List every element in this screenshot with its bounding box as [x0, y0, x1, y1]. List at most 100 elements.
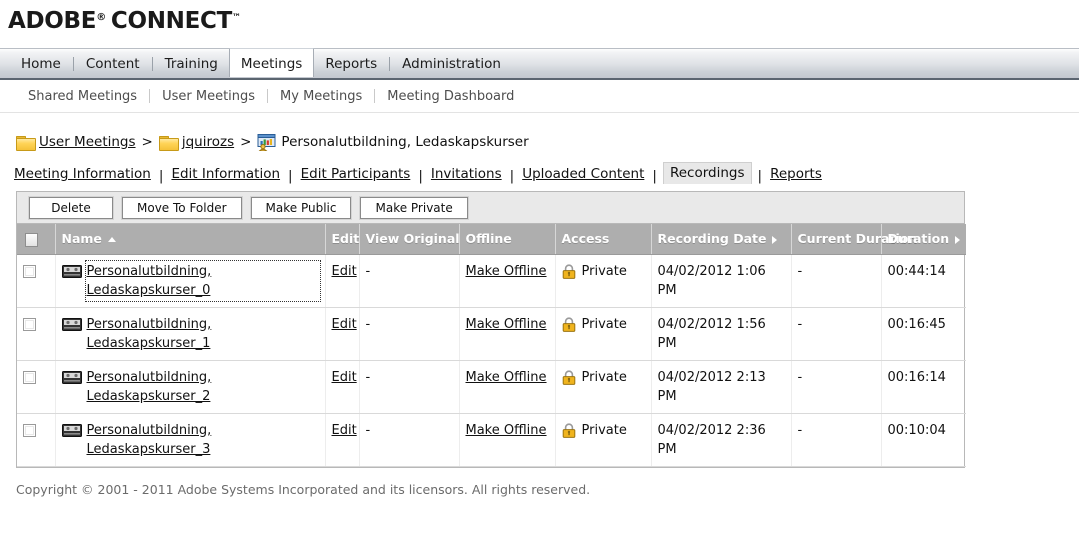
recording-name-cell: Personalutbildning, Ledaskapskurser_3 — [55, 413, 326, 467]
column-header-label: Access — [561, 231, 610, 247]
edit-cell: Edit — [325, 413, 360, 467]
subnav-item-shared-meetings[interactable]: Shared Meetings — [16, 89, 149, 104]
recording-date-value: 04/02/2012 1:56 PM — [657, 316, 766, 351]
object-tab-reports[interactable]: Reports — [768, 164, 824, 184]
object-tab-edit-information[interactable]: Edit Information — [169, 164, 282, 184]
row-select-cell — [17, 360, 56, 414]
breadcrumb-item-2: Personalutbildning, Ledaskapskurser — [257, 133, 529, 151]
select-all-checkbox[interactable] — [25, 232, 38, 247]
edit-link[interactable]: Edit — [332, 317, 357, 332]
edit-link[interactable]: Edit — [332, 264, 357, 279]
breadcrumb: User Meetings > jquirozs > Personalutbildnin… — [0, 113, 1079, 157]
object-tab-meeting-information[interactable]: Meeting Information — [12, 164, 153, 184]
breadcrumb-item-1[interactable]: jquirozs — [158, 134, 234, 151]
move-to-folder-button[interactable]: Move To Folder — [121, 195, 243, 220]
primary-tab-home[interactable]: Home — [10, 49, 72, 78]
subnav-item-my-meetings[interactable]: My Meetings — [268, 89, 374, 104]
tab-separator — [151, 56, 153, 71]
object-tab-uploaded-content[interactable]: Uploaded Content — [520, 164, 646, 184]
view-original-cell: - — [359, 360, 460, 414]
make-private-button[interactable]: Make Private — [359, 195, 469, 220]
subnav-item-user-meetings[interactable]: User Meetings — [150, 89, 267, 104]
recording-date-cell: 04/02/2012 1:06 PM — [651, 254, 792, 308]
select-all-header — [17, 224, 56, 255]
view-original-value: - — [365, 316, 371, 332]
adobe-connect-logo: ADOBE® CONNECT™ — [8, 8, 241, 34]
primary-tab-administration[interactable]: Administration — [391, 49, 512, 78]
breadcrumb-label[interactable]: User Meetings — [39, 134, 136, 150]
current-duration-cell: - — [791, 254, 882, 308]
tab-separator — [72, 56, 74, 71]
footer-copyright: Copyright © 2001 - 2011 Adobe Systems In… — [16, 481, 591, 497]
make-offline-link[interactable]: Make Offline — [466, 370, 547, 385]
offline-cell: Make Offline — [459, 360, 556, 414]
recording-tape-icon — [61, 317, 82, 331]
table-header-row: Name Edit View Original Offline Access Record… — [17, 224, 966, 255]
row-checkbox[interactable] — [23, 370, 36, 384]
recording-name-link[interactable]: Personalutbildning, Ledaskapskurser_1 — [87, 315, 319, 353]
edit-link[interactable]: Edit — [332, 370, 357, 385]
access-cell: Private — [555, 307, 652, 361]
object-tab-separator: | — [652, 168, 657, 184]
recording-name-link[interactable]: Personalutbildning, Ledaskapskurser_3 — [87, 421, 319, 459]
current-duration-value: - — [797, 369, 803, 385]
column-header-duration[interactable]: Duration — [881, 224, 966, 255]
edit-cell: Edit — [325, 360, 360, 414]
object-tab-recordings: Recordings — [662, 162, 752, 184]
trademark-mark: ™ — [232, 13, 241, 23]
column-header-view-original[interactable]: View Original — [359, 224, 460, 255]
make-offline-link[interactable]: Make Offline — [466, 317, 547, 332]
subnav-item-meeting-dashboard[interactable]: Meeting Dashboard — [375, 89, 526, 104]
make-public-button[interactable]: Make Public — [249, 195, 353, 220]
recording-name-cell: Personalutbildning, Ledaskapskurser_1 — [55, 307, 326, 361]
recording-date-cell: 04/02/2012 1:56 PM — [651, 307, 792, 361]
row-checkbox[interactable] — [23, 423, 36, 437]
access-cell: Private — [555, 360, 652, 414]
offline-cell: Make Offline — [459, 413, 556, 467]
breadcrumb-label[interactable]: jquirozs — [182, 134, 234, 150]
make-offline-link[interactable]: Make Offline — [466, 423, 547, 438]
row-select-cell — [17, 254, 56, 308]
recording-name-cell: Personalutbildning, Ledaskapskurser_0 — [55, 254, 326, 308]
duration-value: 00:16:45 — [887, 316, 946, 332]
primary-tab-training[interactable]: Training — [154, 49, 229, 78]
object-tab-separator: | — [757, 168, 763, 184]
recording-tape-icon — [61, 370, 82, 384]
brand-bar: ADOBE® CONNECT™ — [0, 0, 1079, 48]
row-checkbox[interactable] — [23, 317, 36, 331]
sort-arrow-icon — [772, 235, 778, 244]
table-header: Name Edit View Original Offline Access Record… — [17, 224, 966, 255]
view-original-cell: - — [359, 307, 460, 361]
sort-ascending-icon — [107, 237, 116, 243]
column-header-edit[interactable]: Edit — [325, 224, 360, 255]
access-value: Private — [581, 422, 627, 438]
access-value: Private — [581, 316, 627, 332]
row-checkbox[interactable] — [23, 264, 36, 278]
offline-cell: Make Offline — [459, 254, 556, 308]
primary-tab-content[interactable]: Content — [75, 49, 151, 78]
row-select-cell — [17, 307, 56, 361]
primary-navigation-bar: Home Content Training Meetings Reports Admini… — [0, 48, 1079, 80]
registered-mark: ® — [96, 12, 106, 23]
object-tab-edit-participants[interactable]: Edit Participants — [299, 164, 413, 184]
duration-value: 00:44:14 — [887, 263, 946, 279]
column-header-access[interactable]: Access — [555, 224, 652, 255]
delete-button[interactable]: Delete — [28, 195, 114, 220]
recording-date-value: 04/02/2012 2:36 PM — [657, 422, 766, 457]
object-tab-invitations[interactable]: Invitations — [429, 164, 504, 184]
view-original-cell: - — [359, 254, 460, 308]
column-header-current-duration[interactable]: Current Duration — [791, 224, 917, 255]
primary-tab-meetings[interactable]: Meetings — [228, 48, 315, 77]
recordings-table: Name Edit View Original Offline Access Record… — [17, 224, 966, 467]
column-header-recording-date[interactable]: Recording Date — [651, 224, 792, 255]
recording-name-link[interactable]: Personalutbildning, Ledaskapskurser_2 — [87, 368, 319, 406]
column-header-name[interactable]: Name — [55, 224, 326, 255]
recording-name-link[interactable]: Personalutbildning, Ledaskapskurser_0 — [84, 259, 321, 302]
logo-adobe: ADOBE — [8, 8, 97, 34]
current-duration-value: - — [797, 263, 803, 279]
column-header-offline[interactable]: Offline — [459, 224, 556, 255]
edit-link[interactable]: Edit — [332, 423, 357, 438]
primary-tab-reports[interactable]: Reports — [314, 49, 388, 78]
breadcrumb-item-0[interactable]: User Meetings — [16, 134, 136, 151]
make-offline-link[interactable]: Make Offline — [466, 264, 547, 279]
